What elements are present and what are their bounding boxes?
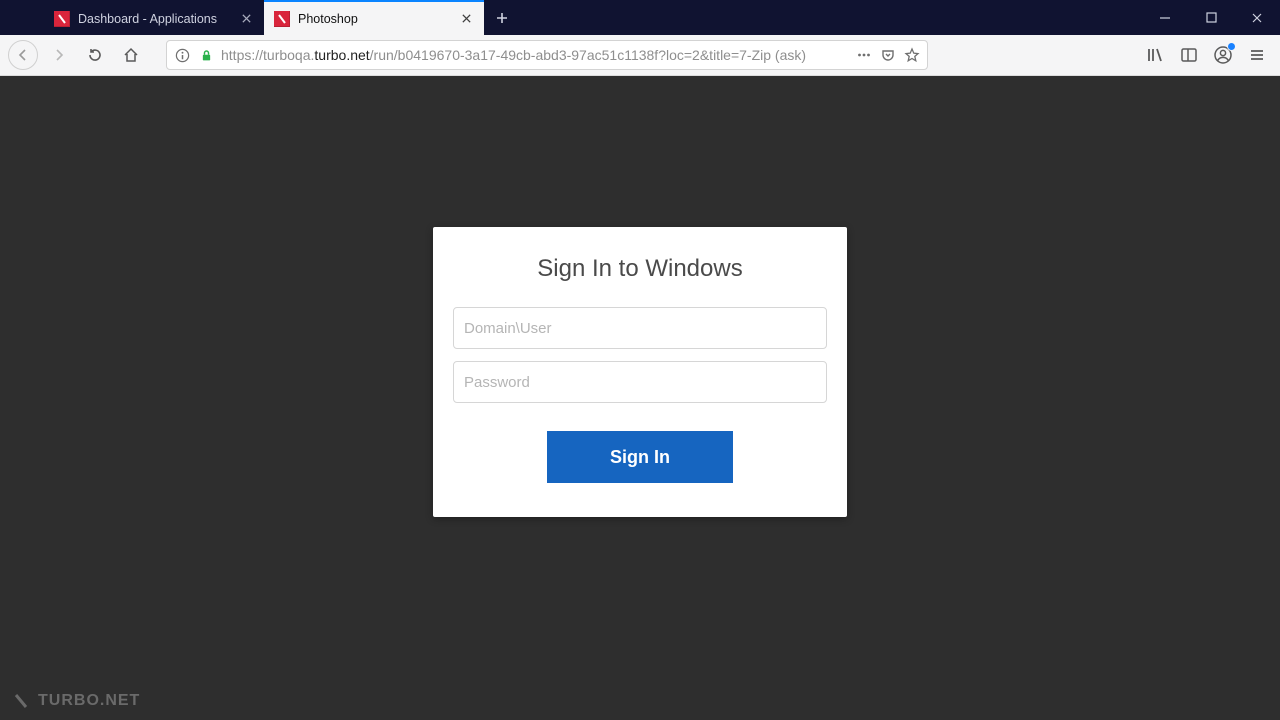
username-input[interactable]	[453, 307, 827, 349]
tab-dashboard[interactable]: Dashboard - Applications	[44, 0, 264, 35]
tabs-leading-gap	[0, 0, 44, 35]
turbo-favicon	[54, 11, 70, 27]
window-titlebar: Dashboard - Applications Photoshop	[0, 0, 1280, 35]
url-prefix: https://turboqa.	[221, 47, 314, 63]
account-icon[interactable]	[1212, 44, 1234, 66]
window-minimize-button[interactable]	[1142, 0, 1188, 35]
library-icon[interactable]	[1144, 44, 1166, 66]
login-card: Sign In to Windows Sign In	[433, 227, 847, 517]
nav-forward-button[interactable]	[44, 40, 74, 70]
pocket-icon[interactable]	[879, 46, 897, 64]
lock-icon[interactable]	[197, 46, 215, 64]
watermark-text: TURBO.NET	[38, 692, 140, 710]
hamburger-menu-icon[interactable]	[1246, 44, 1268, 66]
titlebar-spacer[interactable]	[520, 0, 1142, 35]
window-controls	[1142, 0, 1280, 35]
browser-navbar: https://turboqa.turbo.net/run/b0419670-3…	[0, 35, 1280, 76]
nav-home-button[interactable]	[116, 40, 146, 70]
site-info-icon[interactable]	[173, 46, 191, 64]
close-tab-icon[interactable]	[238, 11, 254, 27]
navbar-tools	[1144, 44, 1272, 66]
page-actions-icon[interactable]	[855, 46, 873, 64]
window-close-button[interactable]	[1234, 0, 1280, 35]
url-bar[interactable]: https://turboqa.turbo.net/run/b0419670-3…	[166, 40, 928, 70]
page-content: Sign In to Windows Sign In TURBO.NET	[0, 76, 1280, 720]
password-input[interactable]	[453, 361, 827, 403]
url-host: turbo.net	[314, 47, 369, 63]
login-heading: Sign In to Windows	[453, 255, 827, 283]
tab-title: Dashboard - Applications	[78, 12, 230, 26]
watermark: TURBO.NET	[12, 692, 140, 710]
close-tab-icon[interactable]	[458, 11, 474, 27]
turbo-favicon	[274, 11, 290, 27]
window-maximize-button[interactable]	[1188, 0, 1234, 35]
nav-reload-button[interactable]	[80, 40, 110, 70]
url-text: https://turboqa.turbo.net/run/b0419670-3…	[221, 47, 849, 63]
tab-photoshop[interactable]: Photoshop	[264, 0, 484, 35]
tab-strip: Dashboard - Applications Photoshop	[44, 0, 484, 35]
signin-button[interactable]: Sign In	[547, 431, 733, 483]
bookmark-star-icon[interactable]	[903, 46, 921, 64]
new-tab-button[interactable]	[484, 0, 520, 35]
tab-title: Photoshop	[298, 12, 450, 26]
url-path: /run/b0419670-3a17-49cb-abd3-97ac51c1138…	[370, 47, 806, 63]
nav-back-button[interactable]	[8, 40, 38, 70]
turbo-logo-icon	[12, 692, 30, 710]
sidebar-icon[interactable]	[1178, 44, 1200, 66]
